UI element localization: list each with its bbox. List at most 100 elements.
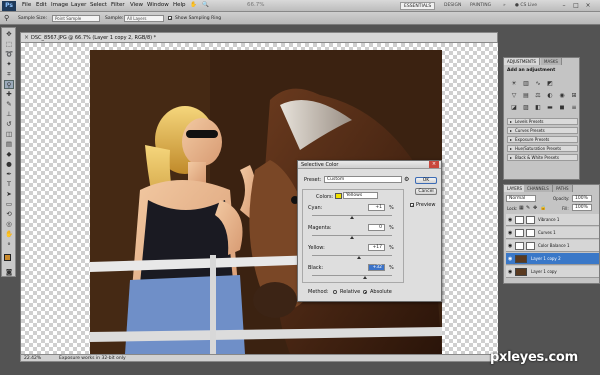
- marquee-tool-icon[interactable]: ⬚: [4, 40, 14, 49]
- color-balance-icon[interactable]: ⚖: [534, 92, 542, 100]
- preset-select[interactable]: Custom: [324, 176, 402, 183]
- eyedropper-icon[interactable]: ⚲: [4, 14, 9, 22]
- zoom-level[interactable]: 66.7%: [247, 2, 264, 8]
- posterize-icon[interactable]: ▨: [522, 104, 530, 112]
- hand-tool-icon[interactable]: ✋: [4, 230, 14, 239]
- preview-checkbox[interactable]: ✓: [410, 203, 414, 208]
- tab-paths[interactable]: PATHS: [553, 185, 573, 192]
- 3d-camera-icon[interactable]: ◎: [4, 220, 14, 229]
- tab-layers[interactable]: LAYERS: [504, 185, 527, 192]
- menu-window[interactable]: Window: [147, 2, 169, 8]
- brightness-icon[interactable]: ☀: [510, 80, 518, 88]
- close-tab-icon[interactable]: ×: [24, 34, 29, 41]
- close-icon[interactable]: ×: [584, 2, 592, 10]
- channel-slider-track[interactable]: [312, 275, 392, 276]
- dialog-titlebar[interactable]: Selective Color ×: [298, 161, 441, 169]
- workspace-essentials[interactable]: ESSENTIALS: [400, 2, 436, 10]
- sample-select[interactable]: All Layers: [124, 15, 164, 22]
- minimize-icon[interactable]: –: [560, 2, 568, 10]
- workspace-painting[interactable]: PAINTING: [467, 2, 494, 10]
- lock-position-icon[interactable]: ✥: [533, 205, 537, 211]
- history-brush-icon[interactable]: ↺: [4, 120, 14, 129]
- preset-options-icon[interactable]: ⚙: [404, 176, 409, 183]
- channel-value-field[interactable]: +1: [368, 204, 385, 211]
- cancel-button[interactable]: Cancel: [415, 188, 437, 195]
- type-tool-icon[interactable]: T: [4, 180, 14, 189]
- show-ring-checkbox[interactable]: ✓: [168, 16, 172, 21]
- exposure-icon[interactable]: ◩: [546, 80, 554, 88]
- menu-image[interactable]: Image: [51, 2, 68, 8]
- layer-row[interactable]: ◉ Layer 1 copy: [506, 266, 599, 278]
- dialog-close-icon[interactable]: ×: [429, 161, 439, 168]
- chevron-right-icon[interactable]: »: [500, 2, 509, 10]
- channel-value-field[interactable]: +32: [368, 264, 385, 271]
- magic-wand-icon[interactable]: ✦: [4, 60, 14, 69]
- blur-tool-icon[interactable]: ◆: [4, 150, 14, 159]
- layer-row[interactable]: ◉ Curves 1: [506, 227, 599, 239]
- dodge-tool-icon[interactable]: ●: [4, 160, 14, 169]
- workspace-design[interactable]: DESIGN: [441, 2, 464, 10]
- tab-masks[interactable]: MASKS: [541, 58, 562, 65]
- healing-brush-icon[interactable]: ✚: [4, 90, 14, 99]
- pen-tool-icon[interactable]: ✒: [4, 170, 14, 179]
- channel-slider-thumb[interactable]: [356, 256, 361, 259]
- selective-color-icon[interactable]: ◼: [558, 104, 566, 112]
- menu-edit[interactable]: Edit: [36, 2, 47, 8]
- zoom-readout[interactable]: 22.42%: [24, 356, 41, 361]
- fill-field[interactable]: 100%: [572, 204, 592, 211]
- channel-value-field[interactable]: +17: [368, 244, 385, 251]
- levels-icon[interactable]: ▥: [522, 80, 530, 88]
- opacity-field[interactable]: 100%: [572, 195, 592, 202]
- curves-icon[interactable]: ∿: [534, 80, 542, 88]
- menu-help[interactable]: Help: [173, 2, 186, 8]
- curves-presets[interactable]: ▸ Curves Presets: [507, 127, 578, 134]
- visibility-eye-icon[interactable]: ◉: [508, 227, 512, 239]
- zoom-tool-icon[interactable]: ⚬: [4, 240, 14, 249]
- channel-slider-thumb[interactable]: [350, 216, 355, 219]
- black-white-presets[interactable]: ▸ Black & White Presets: [507, 154, 578, 161]
- black-white-icon[interactable]: ◐: [546, 92, 554, 100]
- menu-filter[interactable]: Filter: [111, 2, 125, 8]
- channel-slider-track[interactable]: [312, 255, 392, 256]
- hue-saturation-presets[interactable]: ▸ Hue/Saturation Presets: [507, 145, 578, 152]
- zoom-tool-icon[interactable]: 🔍: [202, 2, 209, 8]
- layer-row-selected[interactable]: ◉ Layer 1 copy 2: [506, 253, 599, 265]
- relative-radio[interactable]: [333, 290, 337, 294]
- 3d-rotate-icon[interactable]: ⟲: [4, 210, 14, 219]
- menu-view[interactable]: View: [130, 2, 143, 8]
- sample-size-select[interactable]: Point Sample: [52, 15, 100, 22]
- channel-value-field[interactable]: 0: [368, 224, 385, 231]
- path-select-icon[interactable]: ➤: [4, 190, 14, 199]
- eyedropper-tool-icon[interactable]: ⚲: [4, 80, 14, 89]
- visibility-eye-icon[interactable]: ◉: [508, 253, 512, 265]
- invert-icon[interactable]: ◪: [510, 104, 518, 112]
- cs-live-button[interactable]: ● CS Live: [512, 2, 540, 10]
- channel-slider-thumb[interactable]: [350, 236, 354, 239]
- lasso-tool-icon[interactable]: ➰: [4, 50, 14, 59]
- document-tab[interactable]: × DSC_8567.JPG @ 66.7% (Layer 1 copy 2, …: [20, 32, 498, 43]
- lock-transparency-icon[interactable]: ▦: [519, 205, 524, 211]
- menu-file[interactable]: File: [22, 2, 31, 8]
- colors-select[interactable]: Yellows: [343, 192, 378, 199]
- foreground-color-swatch[interactable]: [4, 254, 11, 261]
- vibrance-icon[interactable]: ▽: [510, 92, 518, 100]
- panel-menu-icon[interactable]: ≡: [570, 104, 578, 112]
- visibility-eye-icon[interactable]: ◉: [508, 240, 512, 252]
- eraser-tool-icon[interactable]: ◫: [4, 130, 14, 139]
- blend-mode-select[interactable]: Normal: [506, 195, 536, 202]
- menu-layer[interactable]: Layer: [71, 2, 86, 8]
- hand-icon[interactable]: ✋: [190, 2, 197, 8]
- hue-saturation-icon[interactable]: ▤: [522, 92, 530, 100]
- layer-row[interactable]: ◉ Vibrance 1: [506, 214, 599, 226]
- maximize-icon[interactable]: □: [572, 2, 580, 10]
- shape-tool-icon[interactable]: ▭: [4, 200, 14, 209]
- tab-channels[interactable]: CHANNELS: [524, 185, 553, 192]
- clone-stamp-icon[interactable]: ⊥: [4, 110, 14, 119]
- levels-presets[interactable]: ▸ Levels Presets: [507, 118, 578, 125]
- visibility-eye-icon[interactable]: ◉: [508, 214, 512, 226]
- channel-mixer-icon[interactable]: ⊞: [570, 92, 578, 100]
- visibility-eye-icon[interactable]: ◉: [508, 266, 512, 278]
- gradient-tool-icon[interactable]: ▤: [4, 140, 14, 149]
- photo-filter-icon[interactable]: ◉: [558, 92, 566, 100]
- lock-pixels-icon[interactable]: ✎: [526, 205, 530, 211]
